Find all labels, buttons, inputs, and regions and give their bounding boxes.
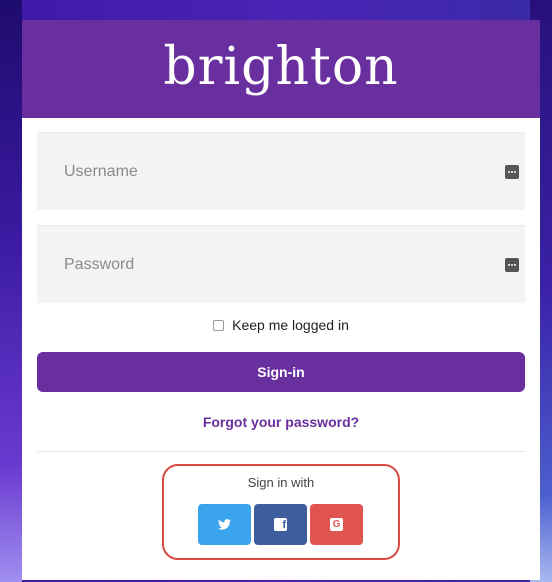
background-left-edge [0, 0, 22, 582]
google-button[interactable]: G [310, 504, 363, 545]
keep-logged-in-checkbox[interactable] [213, 319, 225, 331]
keep-logged-in[interactable]: Keep me logged in [22, 317, 540, 333]
username-field[interactable] [37, 132, 525, 210]
password-manager-icon[interactable] [505, 164, 519, 179]
twitter-icon [218, 519, 231, 530]
login-card: brighton Keep me logged in Sign-in Forgo… [22, 20, 540, 580]
social-title: Sign in with [247, 475, 315, 490]
password-input[interactable] [64, 255, 484, 274]
facebook-icon: f [274, 518, 287, 531]
username-input[interactable] [64, 162, 484, 181]
twitter-button[interactable] [198, 504, 251, 545]
divider [37, 451, 525, 452]
password-manager-icon[interactable] [505, 257, 519, 272]
password-field[interactable] [37, 225, 525, 303]
sign-in-button[interactable]: Sign-in [37, 352, 525, 392]
brand-header: brighton [22, 20, 540, 118]
google-icon: G [330, 518, 343, 531]
forgot-password-link[interactable]: Forgot your password? [22, 414, 540, 430]
facebook-button[interactable]: f [254, 504, 307, 545]
keep-logged-in-label: Keep me logged in [232, 317, 349, 333]
brand-logo: brighton [163, 37, 399, 97]
